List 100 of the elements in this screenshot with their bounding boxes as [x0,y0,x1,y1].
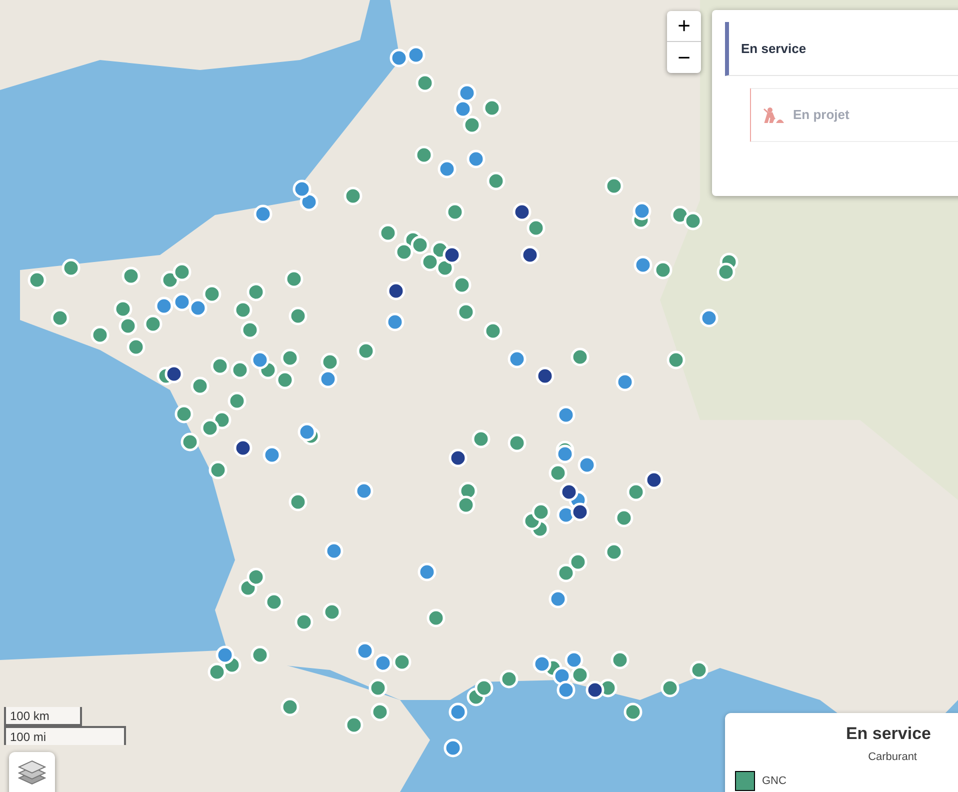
map-marker[interactable] [144,314,162,334]
map-marker[interactable] [532,654,552,674]
map-marker[interactable] [486,172,506,190]
map-marker[interactable] [548,464,568,482]
layers-button[interactable] [9,752,55,792]
map-marker[interactable] [570,666,590,684]
map-marker[interactable] [90,326,110,344]
map-marker[interactable] [556,564,576,582]
map-marker[interactable] [520,246,540,264]
map-marker[interactable] [250,646,270,664]
map-marker[interactable] [426,608,446,628]
map-marker[interactable] [354,482,374,500]
map-marker[interactable] [458,84,476,102]
map-marker[interactable] [292,180,312,198]
map-marker[interactable] [62,258,80,278]
map-marker[interactable] [250,350,270,370]
map-marker[interactable] [356,342,376,360]
map-marker[interactable] [386,312,404,332]
map-marker[interactable] [568,552,588,572]
map-marker[interactable] [126,338,146,356]
map-marker[interactable] [512,202,532,222]
map-marker[interactable] [246,568,266,586]
map-marker[interactable] [420,252,440,272]
map-marker[interactable] [50,308,70,328]
map-marker[interactable] [454,100,472,118]
map-marker[interactable] [254,204,272,224]
map-marker[interactable] [172,292,192,312]
map-marker[interactable] [208,662,226,682]
map-marker[interactable] [456,302,476,322]
map-marker[interactable] [462,116,482,134]
map-marker[interactable] [188,298,208,318]
map-marker[interactable] [604,176,624,196]
map-marker[interactable] [438,160,456,178]
map-marker[interactable] [570,348,590,366]
map-marker[interactable] [532,502,550,522]
map-marker[interactable] [632,202,652,220]
map-marker[interactable] [570,502,590,522]
map-marker[interactable] [276,370,294,390]
map-marker[interactable] [122,266,140,286]
map-marker[interactable] [526,218,546,238]
map-marker[interactable] [344,716,364,734]
map-marker[interactable] [284,270,304,288]
map-marker[interactable] [406,46,426,64]
map-marker[interactable] [616,372,634,392]
map-marker[interactable] [200,418,220,438]
map-marker[interactable] [414,146,434,164]
map-marker[interactable] [578,456,596,474]
map-marker[interactable] [448,448,468,468]
map-marker[interactable] [318,370,338,388]
map-marker[interactable] [548,590,568,608]
map-marker[interactable] [190,376,210,396]
map-marker[interactable] [280,348,300,368]
map-marker[interactable] [716,262,736,282]
map-marker[interactable] [410,236,430,254]
map-marker[interactable] [564,650,584,670]
map-marker[interactable] [452,276,472,294]
map-marker[interactable] [356,642,374,660]
zoom-out-button[interactable]: − [667,42,701,73]
map-marker[interactable] [246,282,266,302]
map-marker[interactable] [322,602,342,622]
map-marker[interactable] [202,284,222,304]
map-marker[interactable] [228,392,246,410]
map-marker[interactable] [536,366,554,386]
map-marker[interactable] [234,300,252,320]
map-marker[interactable] [390,48,408,68]
map-marker[interactable] [456,496,476,514]
map-marker[interactable] [374,654,392,672]
map-marker[interactable] [690,660,708,680]
map-marker[interactable] [484,322,502,340]
map-marker[interactable] [320,352,340,372]
map-marker[interactable] [610,650,630,670]
map-marker[interactable] [474,678,494,698]
map-marker[interactable] [446,202,464,222]
map-marker[interactable] [294,612,314,632]
map-marker[interactable] [624,702,642,722]
map-marker[interactable] [416,74,434,92]
map-marker[interactable] [216,646,234,664]
map-marker[interactable] [644,470,664,490]
map-marker[interactable] [378,224,398,242]
map-marker[interactable] [556,406,576,424]
map-marker[interactable] [556,444,574,464]
zoom-in-button[interactable]: + [667,11,701,42]
map-marker[interactable] [614,508,634,528]
map-marker[interactable] [180,432,200,452]
map-marker[interactable] [482,98,502,118]
map-marker[interactable] [262,446,282,464]
map-marker[interactable] [560,482,578,502]
map-marker[interactable] [700,308,718,328]
map-marker[interactable] [28,270,46,290]
map-marker[interactable] [442,246,462,264]
map-marker[interactable] [508,350,526,368]
map-marker[interactable] [118,316,138,336]
map-marker[interactable] [344,186,362,206]
map-marker[interactable] [154,296,174,316]
map-marker[interactable] [684,212,702,230]
map-marker[interactable] [288,492,308,512]
map-marker[interactable] [230,360,250,380]
map-marker[interactable] [394,242,414,262]
map-marker[interactable] [448,702,468,722]
map-marker[interactable] [172,262,192,282]
